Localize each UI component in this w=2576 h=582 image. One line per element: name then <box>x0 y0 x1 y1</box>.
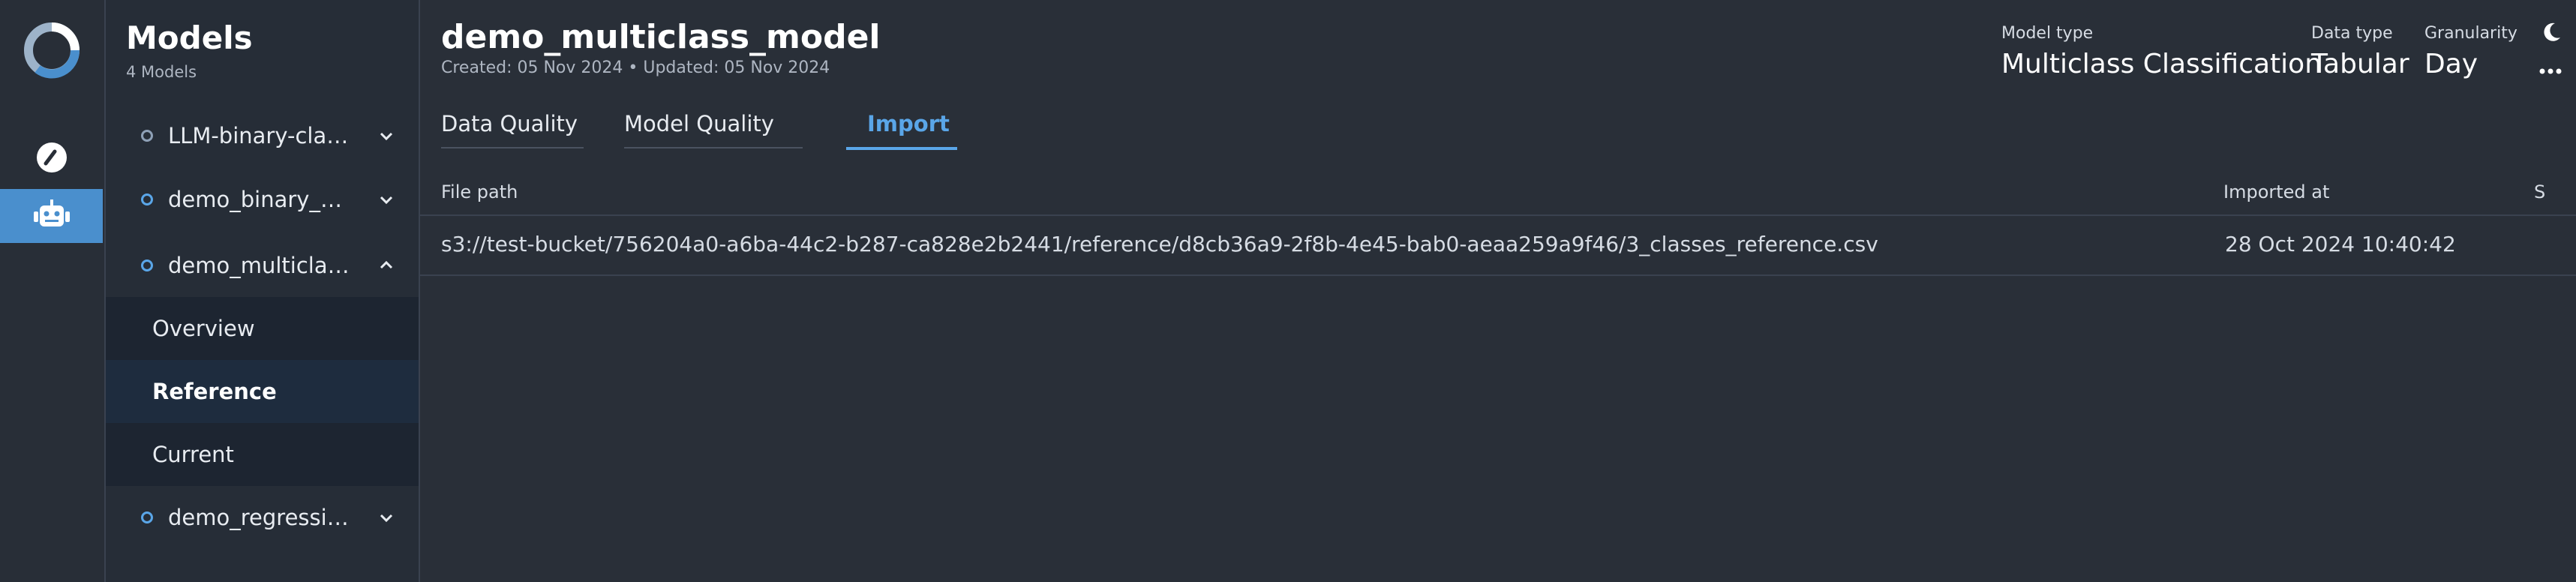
tab-underline <box>846 147 957 150</box>
dashboard-nav-button[interactable] <box>0 130 103 184</box>
granularity-block: Granularity Day <box>2424 24 2517 80</box>
model-name: LLM-binary-classi... <box>168 123 357 148</box>
sub-item-label: Current <box>152 442 234 467</box>
model-name: demo_binary_mo... <box>168 187 357 212</box>
granularity-label: Granularity <box>2424 24 2517 43</box>
page-meta: Created: 05 Nov 2024 • Updated: 05 Nov 2… <box>441 58 830 77</box>
model-item-demo-binary[interactable]: demo_binary_mo... <box>106 172 419 226</box>
chevron-down-icon[interactable] <box>377 127 395 145</box>
page-title: demo_multiclass_model <box>441 18 881 56</box>
tab-label: Model Quality <box>624 111 774 136</box>
model-item-demo-multiclass[interactable]: demo_multiclass_... <box>106 238 419 292</box>
data-type-label: Data type <box>2311 24 2393 43</box>
imported-at-cell: 28 Oct 2024 10:40:42 <box>2225 232 2456 256</box>
model-item-demo-regression[interactable]: demo_regression... <box>106 490 419 544</box>
sub-item-label: Reference <box>152 379 277 404</box>
model-item-llm-binary[interactable]: LLM-binary-classi... <box>106 109 419 163</box>
tab-model-quality[interactable]: Model Quality <box>624 111 803 148</box>
sub-item-overview[interactable]: Overview <box>106 297 419 360</box>
model-type-value: Multiclass Classification <box>2001 49 2322 80</box>
column-header-imported-at[interactable]: Imported at <box>2223 182 2329 202</box>
app-logo[interactable] <box>23 21 81 80</box>
sidebar-title: Models <box>126 20 253 56</box>
model-name: demo_regression... <box>168 505 357 530</box>
data-type-block: Data type Tabular <box>2311 24 2409 80</box>
sub-item-reference[interactable]: Reference <box>106 360 419 423</box>
sub-item-current[interactable]: Current <box>106 423 419 486</box>
status-dot <box>141 512 153 524</box>
tab-underline <box>441 147 584 148</box>
robot-icon <box>33 200 70 226</box>
tab-label: Import <box>867 111 950 136</box>
data-type-value: Tabular <box>2311 49 2409 80</box>
main-content: demo_multiclass_model Created: 05 Nov 20… <box>420 0 2576 582</box>
status-dot <box>141 130 153 142</box>
gauge-icon <box>36 142 67 172</box>
moon-icon[interactable] <box>2540 21 2562 44</box>
column-header-file-path[interactable]: File path <box>441 182 518 202</box>
column-header-status[interactable]: S <box>2534 182 2545 202</box>
models-count: 4 Models <box>126 63 197 81</box>
status-dot <box>141 260 153 272</box>
models-nav-button[interactable] <box>0 189 103 243</box>
granularity-value: Day <box>2424 49 2478 80</box>
model-name: demo_multiclass_... <box>168 253 357 278</box>
chevron-down-icon[interactable] <box>377 190 395 208</box>
icon-rail <box>0 0 106 582</box>
more-horizontal-icon[interactable] <box>2535 63 2565 80</box>
table-header: File path Imported at S <box>420 171 2576 216</box>
models-sidebar: Models 4 Models LLM-binary-classi... dem… <box>106 0 420 582</box>
sub-item-label: Overview <box>152 316 255 341</box>
chevron-up-icon[interactable] <box>377 256 395 274</box>
model-type-block: Model type Multiclass Classification <box>2001 24 2322 80</box>
tab-data-quality[interactable]: Data Quality <box>441 111 584 148</box>
tab-label: Data Quality <box>441 111 578 136</box>
model-type-label: Model type <box>2001 24 2094 43</box>
table-row[interactable]: s3://test-bucket/756204a0-a6ba-44c2-b287… <box>420 216 2576 276</box>
chevron-down-icon[interactable] <box>377 508 395 526</box>
tab-underline <box>624 147 803 148</box>
file-path-cell: s3://test-bucket/756204a0-a6ba-44c2-b287… <box>441 232 1878 256</box>
status-dot <box>141 194 153 206</box>
